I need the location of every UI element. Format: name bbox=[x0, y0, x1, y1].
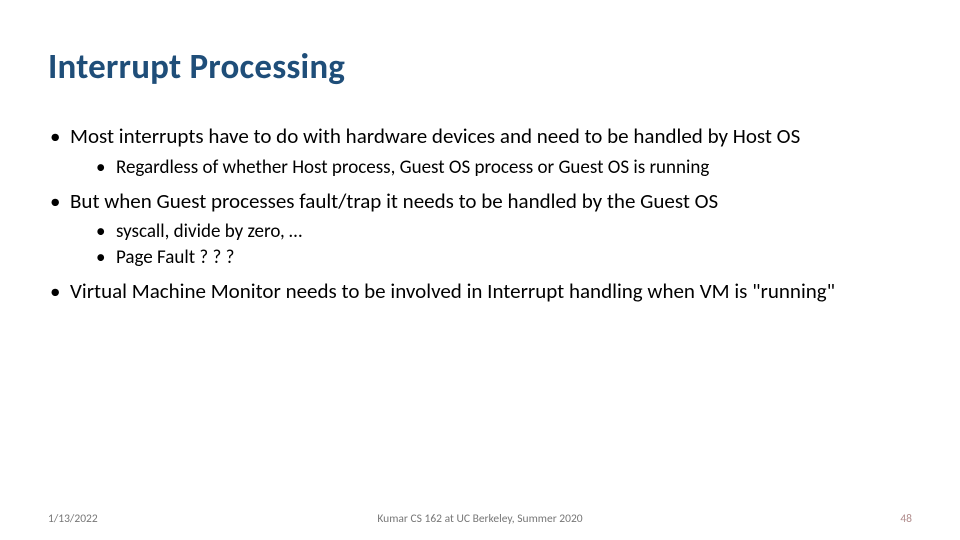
page-title: Interrupt Processing bbox=[48, 46, 912, 88]
footer-page-number: 48 bbox=[900, 512, 912, 526]
sub-list: Regardless of whether Host process, Gues… bbox=[70, 156, 912, 179]
list-item: Regardless of whether Host process, Gues… bbox=[70, 156, 912, 179]
bullet-text: Regardless of whether Host process, Gues… bbox=[116, 156, 709, 179]
list-item: Most interrupts have to do with hardware… bbox=[48, 124, 912, 179]
bullet-text: syscall, divide by zero, … bbox=[116, 220, 302, 243]
slide: Interrupt Processing Most interrupts hav… bbox=[0, 0, 960, 540]
sub-list: syscall, divide by zero, … Page Fault ? … bbox=[70, 220, 912, 268]
bullet-list: Most interrupts have to do with hardware… bbox=[48, 124, 912, 304]
bullet-text: But when Guest processes fault/trap it n… bbox=[70, 188, 718, 214]
footer: 1/13/2022 Kumar CS 162 at UC Berkeley, S… bbox=[0, 512, 960, 526]
list-item: Page Fault ? ? ? bbox=[70, 246, 912, 269]
footer-center: Kumar CS 162 at UC Berkeley, Summer 2020 bbox=[0, 512, 960, 526]
list-item: syscall, divide by zero, … bbox=[70, 220, 912, 243]
bullet-text: Page Fault ? ? ? bbox=[116, 246, 234, 269]
footer-date: 1/13/2022 bbox=[48, 512, 98, 526]
list-item: Virtual Machine Monitor needs to be invo… bbox=[48, 279, 912, 305]
bullet-text: Most interrupts have to do with hardware… bbox=[70, 123, 800, 149]
content-body: Most interrupts have to do with hardware… bbox=[48, 124, 912, 304]
bullet-text: Virtual Machine Monitor needs to be invo… bbox=[70, 278, 835, 304]
list-item: But when Guest processes fault/trap it n… bbox=[48, 189, 912, 269]
